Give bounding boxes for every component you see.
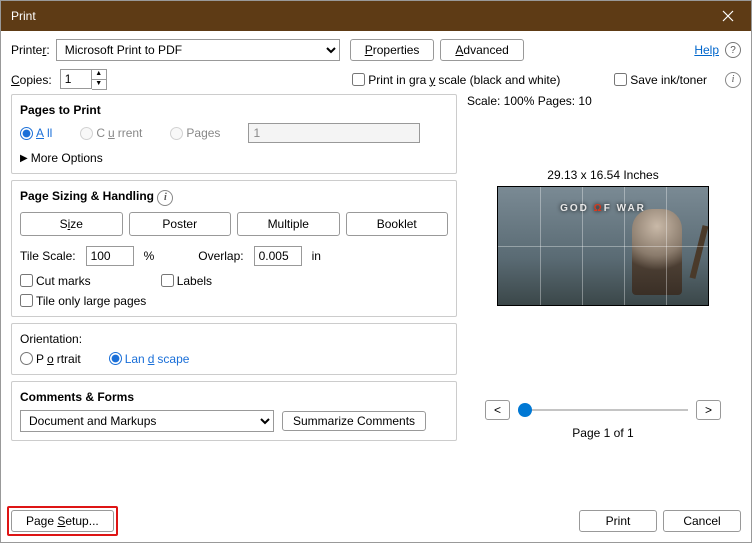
close-icon (722, 10, 734, 22)
properties-button[interactable]: Properties (350, 39, 435, 61)
info-icon[interactable]: i (725, 72, 741, 88)
orientation-group: Orientation: Portrait Landscape (11, 323, 457, 375)
advanced-button[interactable]: Advanced (440, 39, 523, 61)
preview-prev-button[interactable]: < (485, 400, 510, 420)
overlap-unit: in (312, 249, 321, 263)
print-button[interactable]: Print (579, 510, 657, 532)
labels-checkbox[interactable]: Labels (161, 274, 212, 288)
pages-range-radio[interactable]: Pages (170, 126, 220, 140)
page-of-label: Page 1 of 1 (467, 426, 739, 440)
help-link[interactable]: Help (694, 43, 719, 57)
printer-select[interactable]: Microsoft Print to PDF (56, 39, 340, 61)
multiple-button[interactable]: Multiple (237, 212, 340, 236)
preview-image: GOD ΩF WAR (497, 186, 709, 306)
sizing-group: Page Sizing & Handling i Size Poster Mul… (11, 180, 457, 317)
orientation-title: Orientation: (20, 332, 448, 346)
close-button[interactable] (705, 1, 751, 31)
save-ink-checkbox[interactable]: Save ink/toner (614, 73, 707, 87)
percent-label: % (144, 249, 155, 263)
size-button[interactable]: Size (20, 212, 123, 236)
overlap-label: Overlap: (198, 249, 243, 263)
info-icon[interactable]: i (157, 190, 173, 206)
help-icon[interactable]: ? (725, 42, 741, 58)
titlebar: Print (1, 1, 751, 31)
grayscale-checkbox[interactable]: Print in grayscale (black and white) (352, 73, 560, 87)
comments-select[interactable]: Document and Markups (20, 410, 274, 432)
booklet-button[interactable]: Booklet (346, 212, 449, 236)
preview-slider[interactable] (518, 405, 688, 415)
cancel-button[interactable]: Cancel (663, 510, 741, 532)
overlap-input[interactable] (254, 246, 302, 266)
more-options-toggle[interactable]: ▶More Options (20, 151, 448, 165)
comments-title: Comments & Forms (20, 390, 448, 404)
comments-group: Comments & Forms Document and Markups Su… (11, 381, 457, 441)
pages-all-radio[interactable]: All (20, 126, 52, 140)
pages-to-print-group: Pages to Print All Current Pages ▶More O… (11, 94, 457, 174)
poster-button[interactable]: Poster (129, 212, 232, 236)
tile-scale-input[interactable] (86, 246, 134, 266)
landscape-radio[interactable]: Landscape (109, 352, 190, 366)
copies-input[interactable] (60, 69, 92, 89)
spin-down-icon[interactable]: ▼ (92, 80, 106, 89)
pages-current-radio[interactable]: Current (80, 126, 142, 140)
window-title: Print (11, 9, 705, 23)
page-setup-button[interactable]: Page Setup... (11, 510, 114, 532)
preview-scale-pages: Scale: 100% Pages: 10 (467, 94, 739, 108)
tile-scale-label: Tile Scale: (20, 249, 76, 263)
summarize-button[interactable]: Summarize Comments (282, 411, 426, 431)
chevron-right-icon: ▶ (20, 153, 28, 164)
preview-next-button[interactable]: > (696, 400, 721, 420)
tile-large-checkbox[interactable]: Tile only large pages (20, 294, 448, 308)
preview-dimensions: 29.13 x 16.54 Inches (467, 168, 739, 182)
portrait-radio[interactable]: Portrait (20, 352, 81, 366)
pages-range-input (248, 123, 420, 143)
printer-label: Printer: (11, 43, 50, 57)
copies-label: Copies: (11, 73, 52, 87)
cut-marks-checkbox[interactable]: Cut marks (20, 274, 91, 288)
sizing-title: Page Sizing & Handling i (20, 189, 448, 206)
spin-up-icon[interactable]: ▲ (92, 70, 106, 80)
copies-spinner[interactable]: ▲▼ (60, 69, 107, 90)
pages-title: Pages to Print (20, 103, 448, 117)
